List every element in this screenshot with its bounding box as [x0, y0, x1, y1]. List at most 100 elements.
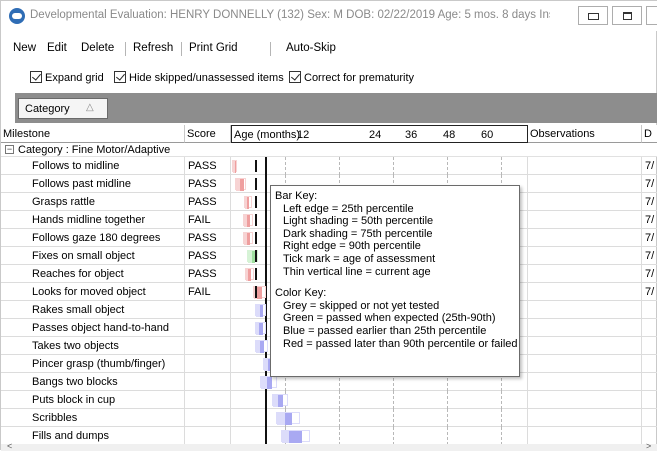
table-row[interactable]: Fills and dumps — [1, 427, 657, 444]
menu-separator — [270, 42, 271, 56]
percentile-bar[interactable] — [232, 160, 238, 173]
close-button[interactable] — [646, 6, 657, 25]
table-row[interactable]: Scribbles — [1, 409, 657, 427]
percentile-75-shading — [289, 431, 303, 443]
color-key-title: Color Key: — [275, 287, 327, 300]
column-header-date[interactable]: D — [642, 125, 657, 143]
expand-grid-option[interactable]: Expand grid — [30, 71, 104, 84]
date-cell: 7/ — [642, 265, 657, 283]
score-cell[interactable]: PASS — [185, 157, 231, 175]
observations-cell[interactable] — [528, 427, 642, 444]
title-bar: Developmental Evaluation: HENRY DONNELLY… — [1, 1, 657, 31]
current-age-line — [264, 193, 267, 211]
column-header-observations[interactable]: Observations — [528, 125, 642, 143]
correct-prematurity-checkbox[interactable] — [289, 71, 301, 83]
percentile-bar[interactable] — [242, 232, 254, 245]
group-by-category-chip[interactable]: Category △ — [18, 98, 108, 119]
bar-key-line: Thin vertical line = current age — [283, 265, 431, 278]
percentile-bar[interactable] — [260, 376, 277, 389]
score-cell[interactable]: FAIL — [185, 211, 231, 229]
observations-cell[interactable] — [528, 211, 642, 229]
observations-cell[interactable] — [528, 409, 642, 427]
correct-prematurity-option[interactable]: Correct for prematurity — [289, 71, 414, 84]
observations-cell[interactable] — [528, 229, 642, 247]
percentile-bar[interactable] — [276, 412, 300, 425]
observations-cell[interactable] — [528, 193, 642, 211]
menu-edit[interactable]: Edit — [47, 42, 67, 54]
observations-cell[interactable] — [528, 319, 642, 337]
percentile-bar[interactable] — [242, 214, 254, 227]
observations-cell[interactable] — [528, 391, 642, 409]
table-row[interactable]: Follows to midline PASS 7/ — [1, 157, 657, 175]
hide-skipped-option[interactable]: Hide skipped/unassessed items — [114, 71, 284, 84]
percentile-75-shading — [247, 215, 250, 227]
date-cell: 7/ — [642, 193, 657, 211]
score-cell[interactable]: PASS — [185, 265, 231, 283]
percentile-bar[interactable] — [280, 430, 311, 443]
grid-guide-line — [501, 391, 502, 409]
score-cell[interactable]: PASS — [185, 229, 231, 247]
milestone-cell: Reaches for object — [15, 265, 185, 283]
score-cell[interactable]: PASS — [185, 247, 231, 265]
percentile-bar[interactable] — [255, 340, 268, 353]
menu-print-grid[interactable]: Print Grid — [189, 42, 238, 54]
bar-key-line: Dark shading = 75th percentile — [283, 227, 433, 240]
observations-cell[interactable] — [528, 373, 642, 391]
milestone-cell: Looks for moved object — [15, 283, 185, 301]
percentile-bar[interactable] — [271, 394, 288, 407]
maximize-button[interactable] — [612, 6, 642, 25]
expand-grid-checkbox[interactable] — [30, 71, 42, 83]
tooltip-spacer — [275, 278, 515, 287]
score-cell[interactable] — [185, 373, 231, 391]
score-cell[interactable]: PASS — [185, 175, 231, 193]
column-header-milestone[interactable]: Milestone — [1, 125, 185, 143]
age-bar-cell — [231, 427, 528, 444]
date-cell: 7/ — [642, 211, 657, 229]
score-cell[interactable]: FAIL — [185, 283, 231, 301]
percentile-50-shading — [281, 431, 290, 443]
current-age-line — [264, 247, 267, 265]
percentile-bar[interactable] — [255, 304, 267, 317]
score-cell[interactable] — [185, 391, 231, 409]
observations-cell[interactable] — [528, 247, 642, 265]
milestone-cell: Follows to midline — [15, 157, 185, 175]
score-cell[interactable]: PASS — [185, 193, 231, 211]
bar-key-line: Light shading = 50th percentile — [283, 215, 434, 228]
hide-skipped-checkbox[interactable] — [114, 71, 126, 83]
score-cell[interactable] — [185, 319, 231, 337]
percentile-bar[interactable] — [243, 196, 252, 209]
column-header-score[interactable]: Score — [185, 125, 231, 143]
percentile-75-shading — [278, 395, 283, 407]
maximize-icon — [623, 12, 632, 20]
age-bar-cell — [231, 391, 528, 409]
grid-guide-line — [501, 427, 502, 444]
bar-key-line: Tick mark = age of assessment — [283, 252, 436, 265]
score-cell[interactable] — [185, 409, 231, 427]
observations-cell[interactable] — [528, 337, 642, 355]
date-cell — [642, 355, 657, 373]
observations-cell[interactable] — [528, 157, 642, 175]
category-group-row[interactable]: − Category : Fine Motor/Adaptive — [1, 143, 657, 157]
menu-refresh[interactable]: Refresh — [133, 42, 173, 54]
percentile-bar[interactable] — [234, 178, 247, 191]
observations-cell[interactable] — [528, 265, 642, 283]
observations-cell[interactable] — [528, 283, 642, 301]
score-cell[interactable] — [185, 301, 231, 319]
observations-cell[interactable] — [528, 175, 642, 193]
score-cell[interactable] — [185, 337, 231, 355]
menu-new[interactable]: New — [13, 42, 36, 54]
collapse-icon[interactable]: − — [5, 145, 14, 154]
table-row[interactable]: Puts block in cup — [1, 391, 657, 409]
percentile-bar[interactable] — [254, 322, 267, 335]
menu-auto-skip[interactable]: Auto-Skip — [286, 42, 336, 54]
date-cell — [642, 319, 657, 337]
score-cell[interactable] — [185, 355, 231, 373]
color-key-line: Red = passed later than 90th percentile … — [283, 337, 518, 350]
score-cell[interactable] — [185, 427, 231, 444]
observations-cell[interactable] — [528, 301, 642, 319]
observations-cell[interactable] — [528, 355, 642, 373]
percentile-bar[interactable] — [244, 268, 254, 281]
menu-bar: New Edit Delete Refresh Print Grid Auto-… — [1, 39, 657, 59]
menu-delete[interactable]: Delete — [81, 42, 114, 54]
minimize-button[interactable] — [578, 6, 608, 25]
